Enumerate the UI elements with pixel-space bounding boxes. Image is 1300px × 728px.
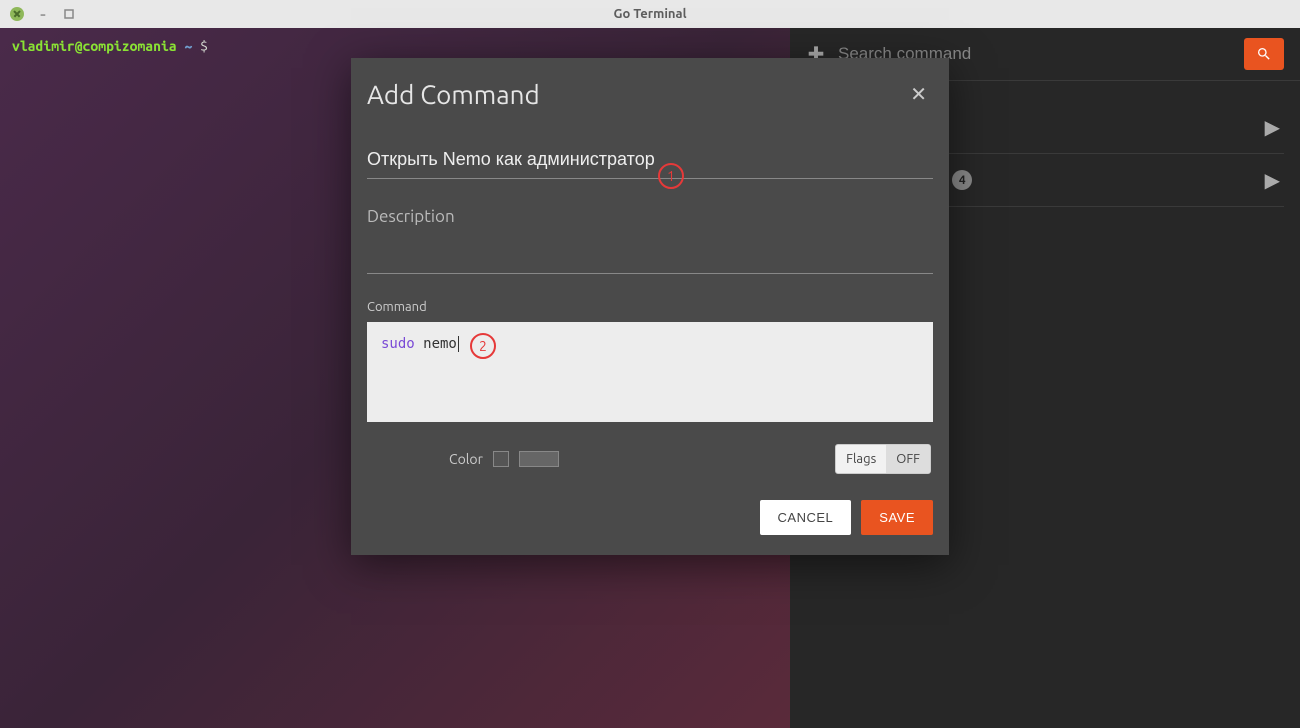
description-textarea[interactable] (367, 230, 933, 274)
modal-title: Add Command (367, 80, 540, 109)
window-close-button[interactable] (10, 7, 24, 21)
command-name-input[interactable] (367, 145, 933, 179)
save-button[interactable]: SAVE (861, 500, 933, 535)
flags-label: Flags (836, 452, 886, 466)
description-label: Description (367, 207, 933, 226)
window-titlebar: − Go Terminal (0, 0, 1300, 28)
command-label: Command (367, 300, 933, 314)
category-count-badge: 4 (952, 170, 972, 190)
annotation-marker-1: 1 (658, 163, 684, 189)
cancel-button[interactable]: CANCEL (760, 500, 852, 535)
prompt-path: ~ (184, 38, 192, 54)
color-swatch-preview[interactable] (519, 451, 559, 467)
window-maximize-button[interactable] (62, 7, 76, 21)
cmd-keyword: sudo (381, 336, 415, 352)
chevron-right-icon: ▶ (1265, 168, 1280, 192)
add-command-modal: Add Command ✕ Description Command sudo n… (351, 58, 949, 555)
annotation-marker-2: 2 (470, 333, 496, 359)
search-icon (1256, 46, 1272, 62)
color-label: Color (449, 451, 483, 467)
modal-close-button[interactable]: ✕ (904, 80, 933, 108)
search-button[interactable] (1244, 38, 1284, 70)
command-textarea[interactable]: sudo nemo (367, 322, 933, 422)
prompt-dollar: $ (200, 38, 208, 54)
chevron-right-icon: ▶ (1265, 115, 1280, 139)
color-picker-group: Color (449, 451, 559, 467)
color-swatch-checkbox[interactable] (493, 451, 509, 467)
flags-state: OFF (886, 445, 930, 473)
cmd-text: nemo (415, 336, 459, 352)
flags-toggle[interactable]: Flags OFF (835, 444, 931, 474)
window-title: Go Terminal (613, 7, 686, 21)
prompt-user: vladimir@compizomania (12, 38, 177, 54)
window-minimize-button[interactable]: − (36, 7, 50, 21)
